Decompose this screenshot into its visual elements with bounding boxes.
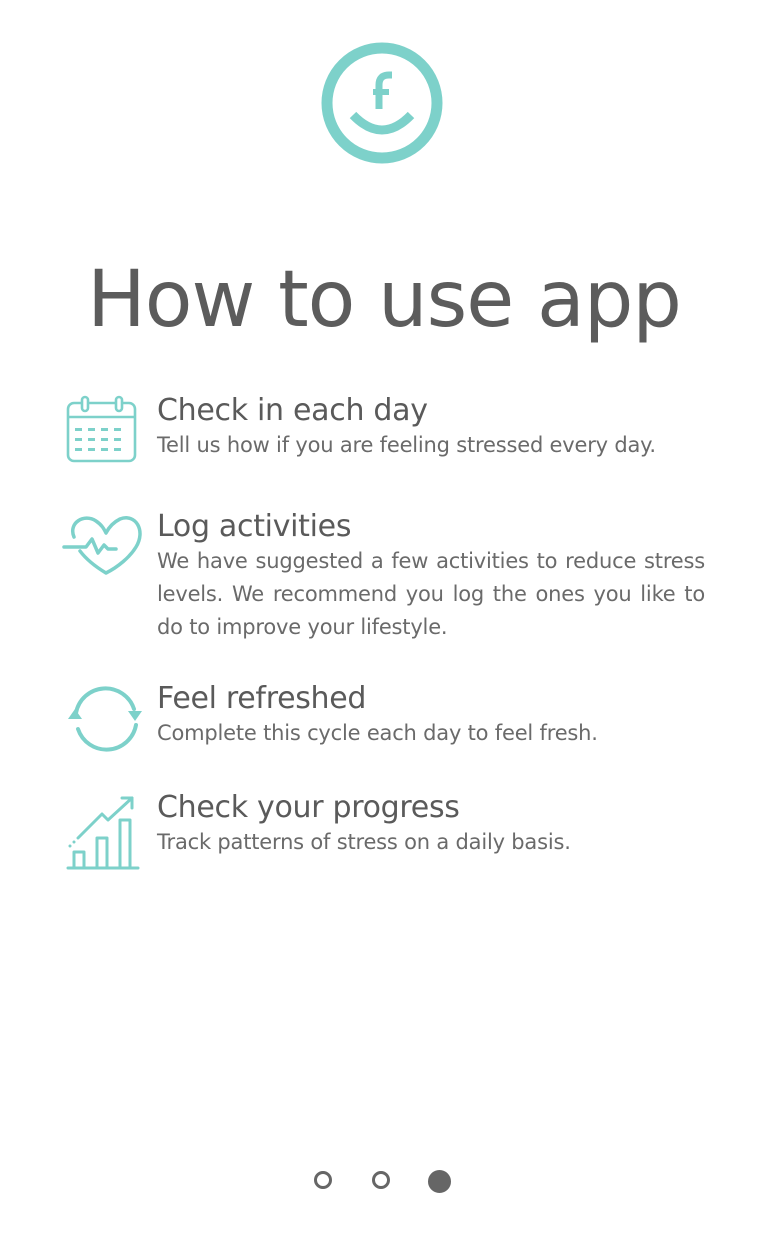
feature-heading: Check in each day <box>157 393 428 428</box>
page-dot-1[interactable] <box>314 1171 332 1189</box>
page-dot-3-active[interactable] <box>428 1170 451 1193</box>
feature-heading: Log activities <box>157 509 352 544</box>
refresh-cycle-icon <box>68 686 142 752</box>
progress-chart-icon <box>66 796 140 870</box>
feature-heading: Feel refreshed <box>157 681 367 716</box>
calendar-icon <box>66 395 137 463</box>
feature-description: We have suggested a few activities to re… <box>157 549 705 639</box>
feature-heading: Check your progress <box>157 790 460 825</box>
feature-description: Track patterns of stress on a daily basi… <box>157 830 571 854</box>
feature-description: Complete this cycle each day to feel fre… <box>157 721 598 745</box>
feature-description: Tell us how if you are feeling stressed … <box>157 433 656 457</box>
page-dot-2[interactable] <box>372 1171 390 1189</box>
page-indicator <box>0 1170 768 1195</box>
heart-pulse-icon <box>62 516 142 575</box>
page-title: How to use app <box>87 255 682 345</box>
app-logo <box>321 42 443 164</box>
